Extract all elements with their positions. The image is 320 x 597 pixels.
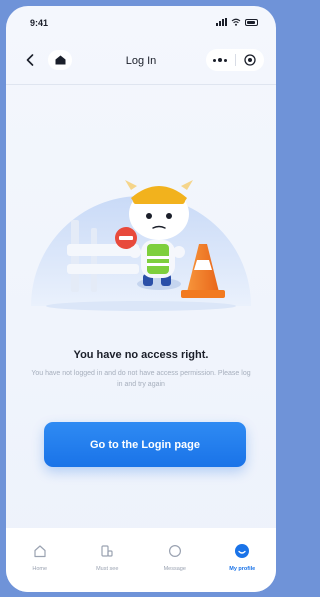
tab-must-see-label: Must see: [96, 566, 119, 572]
no-access-description: You have not logged in and do not have a…: [31, 370, 251, 388]
home-icon: [31, 542, 49, 560]
more-button[interactable]: [206, 58, 235, 62]
phone-screen: 9:41 Log In You have no access right. Yo…: [6, 6, 276, 592]
tab-must-see[interactable]: Must see: [79, 542, 135, 572]
profile-icon: [233, 542, 251, 560]
no-access-title: You have no access right.: [73, 349, 209, 361]
message-icon: [166, 542, 184, 560]
grid-icon: [98, 542, 116, 560]
wifi-icon: [231, 18, 241, 26]
more-dots-icon: [213, 58, 217, 62]
tab-home[interactable]: Home: [12, 542, 68, 572]
tab-message[interactable]: Message: [147, 542, 203, 572]
nav-divider: [6, 84, 276, 85]
nav-bar: Log In: [6, 44, 276, 78]
tab-my-profile[interactable]: My profile: [214, 542, 270, 572]
battery-icon: [245, 18, 258, 26]
mini-program-capsule: [206, 49, 264, 71]
signal-icon: [216, 18, 227, 26]
close-miniprogram-button[interactable]: [236, 54, 265, 66]
target-icon: [244, 54, 256, 66]
tab-home-label: Home: [32, 566, 48, 572]
tab-message-label: Message: [163, 566, 186, 572]
status-icons: [216, 18, 258, 26]
no-access-illustration: [31, 180, 251, 311]
go-to-login-button[interactable]: Go to the Login page: [44, 422, 246, 467]
status-time: 9:41: [30, 18, 49, 28]
status-bar: 9:41: [6, 6, 276, 36]
tab-bar: Home Must see Message My profile: [6, 528, 276, 592]
tab-my-profile-label: My profile: [229, 566, 256, 572]
